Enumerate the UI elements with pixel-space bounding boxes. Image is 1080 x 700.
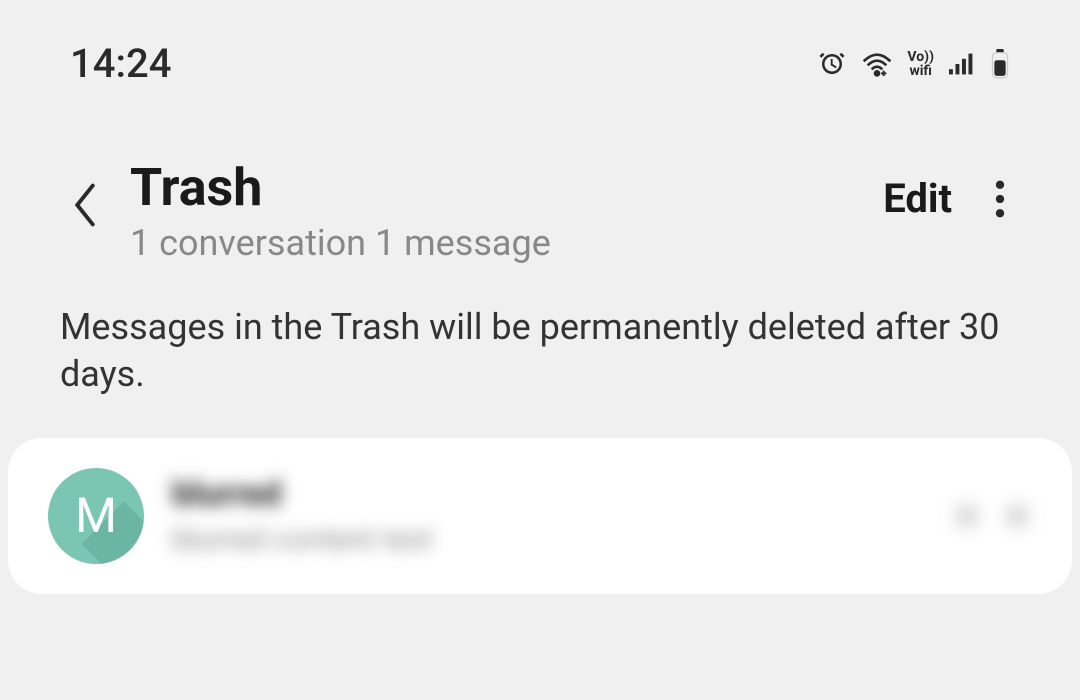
page-title: Trash (130, 157, 863, 218)
trash-info-text: Messages in the Trash will be permanentl… (0, 284, 1080, 438)
meta-icon (1002, 501, 1032, 531)
conversation-title: blurred (172, 474, 924, 514)
avatar: M (48, 468, 144, 564)
vowifi-icon: Vo)) wifi (907, 50, 934, 78)
edit-button[interactable]: Edit (883, 175, 952, 222)
signal-icon (948, 51, 976, 77)
status-time: 14:24 (70, 40, 171, 87)
battery-icon (990, 49, 1010, 79)
conversation-list: M blurred blurred content text (8, 438, 1072, 594)
back-button[interactable] (60, 165, 110, 245)
status-bar: 14:24 Vo)) wifi (0, 0, 1080, 107)
conversation-item[interactable]: M blurred blurred content text (48, 468, 1032, 564)
page-header: Trash 1 conversation 1 message Edit (0, 107, 1080, 284)
avatar-letter: M (75, 487, 117, 544)
header-text: Trash 1 conversation 1 message (130, 157, 863, 264)
meta-icon (952, 501, 982, 531)
conversation-content: blurred blurred content text (172, 474, 924, 557)
conversation-preview: blurred content text (172, 522, 924, 557)
wifi-icon (861, 50, 893, 78)
header-actions: Edit (883, 175, 1020, 222)
status-icons: Vo)) wifi (817, 49, 1010, 79)
more-options-button[interactable] (980, 179, 1020, 219)
page-subtitle: 1 conversation 1 message (130, 222, 863, 264)
conversation-meta (952, 501, 1032, 531)
alarm-icon (817, 49, 847, 79)
